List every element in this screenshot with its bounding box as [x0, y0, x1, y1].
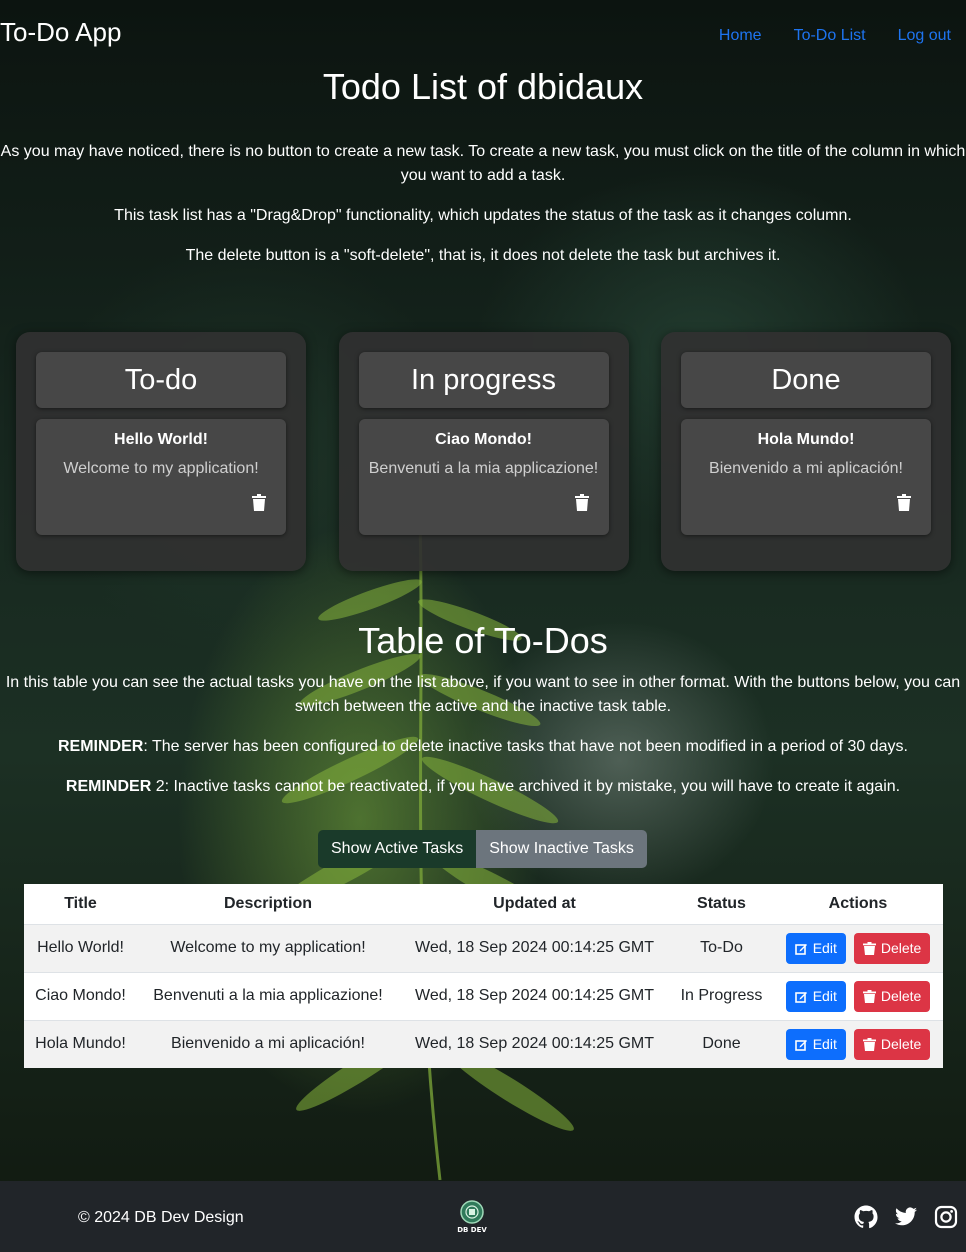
column-in-progress: In progress Ciao Mondo! Benvenuti a la m… [338, 332, 629, 571]
delete-label: Delete [880, 988, 922, 1004]
reminder-1: REMINDER: The server has been configured… [0, 735, 966, 759]
cell-title: Hola Mundo! [24, 1020, 137, 1068]
twitter-icon[interactable] [894, 1205, 918, 1229]
table-row: Ciao Mondo! Benvenuti a la mia applicazi… [24, 972, 943, 1021]
task-description: Benvenuti a la mia applicazione! [368, 460, 599, 477]
edit-button[interactable]: Edit [785, 932, 846, 964]
brand-title[interactable]: To-Do App [0, 17, 121, 48]
intro-paragraph: As you may have noticed, there is no but… [0, 143, 966, 184]
reminder-1-label: REMINDER [58, 738, 144, 755]
table-toggle: Show Active Tasks Show Inactive Tasks [318, 830, 647, 868]
table-section-title: Table of To-Dos [358, 620, 608, 661]
delete-button[interactable]: Delete [853, 980, 931, 1012]
svg-text:DB DEV: DB DEV [457, 1226, 487, 1234]
cell-title: Hello World! [24, 924, 137, 973]
cell-description: Welcome to my application! [137, 924, 399, 973]
column-title-done[interactable]: Done [681, 352, 931, 408]
table-intro: In this table you can see the actual tas… [0, 671, 966, 815]
edit-icon [794, 943, 807, 955]
table-row: Hola Mundo! Bienvenido a mi aplicación! … [24, 1020, 943, 1068]
table-header-row: Title Description Updated at Status Acti… [24, 884, 943, 925]
task-description: Welcome to my application! [63, 460, 259, 477]
todo-table: Title Description Updated at Status Acti… [24, 884, 943, 1068]
nav-home-link[interactable]: Home [719, 27, 762, 45]
edit-label: Edit [812, 1036, 837, 1053]
nav-links: Home To-Do List Log out [719, 27, 951, 45]
intro-paragraph: This task list has a "Drag&Drop" functio… [114, 207, 852, 224]
reminder-2: REMINDER 2: Inactive tasks cannot be rea… [0, 775, 966, 799]
cell-updated: Wed, 18 Sep 2024 00:14:25 GMT [399, 1020, 670, 1068]
header-status: Status [670, 884, 773, 925]
social-links [854, 1205, 958, 1229]
edit-button[interactable]: Edit [785, 980, 846, 1012]
cell-description: Benvenuti a la mia applicazione! [137, 972, 399, 1021]
instagram-icon[interactable] [934, 1205, 958, 1229]
header-description: Description [137, 884, 399, 925]
edit-button[interactable]: Edit [785, 1028, 846, 1060]
header-updated-at: Updated at [399, 884, 670, 925]
header-title: Title [24, 884, 137, 925]
copyright-text: © 2024 DB Dev Design [78, 1209, 244, 1226]
column-title-in-progress[interactable]: In progress [358, 352, 609, 408]
reminder-2-text: 2: Inactive tasks cannot be reactivated,… [151, 778, 901, 795]
delete-button[interactable]: Delete [853, 932, 931, 964]
column-done: Done Hola Mundo! Bienvenido a mi aplicac… [661, 332, 951, 571]
trash-icon [862, 1037, 876, 1051]
trash-icon[interactable] [574, 494, 589, 511]
task-description: Bienvenido a mi aplicación! [709, 460, 903, 477]
cell-actions: Edit Delete [773, 972, 943, 1021]
task-title: Ciao Mondo! [435, 431, 532, 448]
edit-label: Edit [812, 988, 837, 1004]
show-active-tasks-button[interactable]: Show Active Tasks [318, 830, 477, 868]
reminder-2-label: REMINDER [65, 778, 152, 795]
nav-todo-list-link[interactable]: To-Do List [794, 27, 866, 45]
footer: © 2024 DB Dev Design DB DEV [0, 1181, 966, 1252]
task-card[interactable]: Hello World! Welcome to my application! [36, 419, 286, 535]
task-card[interactable]: Hola Mundo! Bienvenido a mi aplicación! [681, 419, 931, 535]
kanban-board: To-do Hello World! Welcome to my applica… [16, 332, 951, 571]
edit-icon [794, 1039, 807, 1051]
table-intro-paragraph: In this table you can see the actual tas… [5, 674, 961, 715]
edit-label: Edit [812, 940, 837, 956]
delete-button[interactable]: Delete [853, 1028, 931, 1060]
trash-icon[interactable] [897, 494, 911, 511]
reminder-1-text: : The server has been configured to dele… [143, 738, 908, 755]
trash-icon[interactable] [252, 494, 266, 511]
intro-text: As you may have noticed, there is no but… [0, 140, 966, 284]
cell-actions: Edit Delete [773, 924, 943, 973]
column-title-todo[interactable]: To-do [36, 352, 286, 408]
cell-status: In Progress [670, 972, 773, 1021]
cell-updated: Wed, 18 Sep 2024 00:14:25 GMT [399, 972, 670, 1021]
cell-title: Ciao Mondo! [24, 972, 137, 1021]
task-title: Hola Mundo! [757, 431, 855, 448]
cell-actions: Edit Delete [773, 1020, 943, 1068]
navbar: To-Do App Home To-Do List Log out [0, 0, 966, 66]
nav-logout-link[interactable]: Log out [898, 27, 951, 45]
edit-icon [794, 991, 807, 1003]
task-title: Hello World! [114, 431, 208, 448]
github-icon[interactable] [854, 1205, 878, 1229]
cell-status: To-Do [670, 924, 773, 973]
delete-label: Delete [880, 940, 922, 956]
table-row: Hello World! Welcome to my application! … [24, 924, 943, 973]
trash-icon [862, 941, 876, 955]
page-title: Todo List of dbidaux [322, 66, 644, 107]
cell-status: Done [670, 1020, 773, 1068]
header-actions: Actions [773, 884, 943, 925]
db-dev-logo: DB DEV [457, 1200, 487, 1234]
show-inactive-tasks-button[interactable]: Show Inactive Tasks [476, 830, 647, 868]
intro-paragraph: The delete button is a "soft-delete", th… [185, 247, 781, 264]
delete-label: Delete [880, 1036, 922, 1053]
task-card[interactable]: Ciao Mondo! Benvenuti a la mia applicazi… [358, 419, 609, 535]
trash-icon [862, 989, 876, 1003]
cell-updated: Wed, 18 Sep 2024 00:14:25 GMT [399, 924, 670, 973]
cell-description: Bienvenido a mi aplicación! [137, 1020, 399, 1068]
column-todo: To-do Hello World! Welcome to my applica… [16, 332, 306, 571]
